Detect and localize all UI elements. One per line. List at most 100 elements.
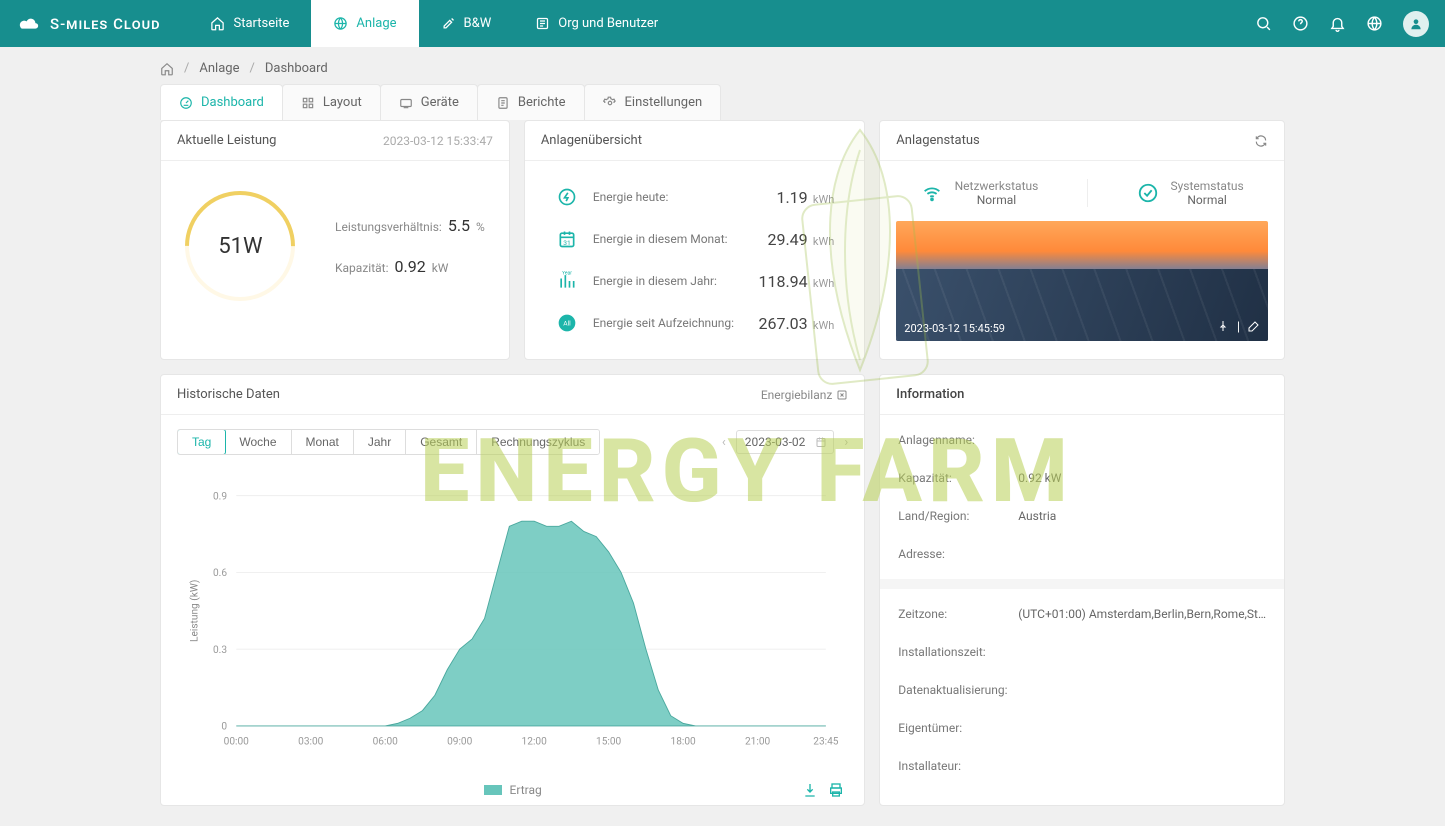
- svg-text:12:00: 12:00: [522, 736, 548, 747]
- tab-label: Layout: [323, 95, 362, 110]
- top-nav: Startseite Anlage B&W Org und Benutzer: [188, 0, 680, 47]
- power-gauge: 51W: [185, 191, 295, 301]
- svg-text:23:45: 23:45: [813, 736, 839, 747]
- info-row: Adresse:: [880, 535, 1284, 573]
- tab-einstellungen[interactable]: Einstellungen: [584, 84, 722, 120]
- range-gesamt[interactable]: Gesamt: [406, 430, 477, 454]
- card-title: Anlagenübersicht: [541, 133, 642, 148]
- card-title: Anlagenstatus: [896, 133, 979, 148]
- org-icon: [535, 16, 550, 31]
- legend-swatch: [484, 785, 502, 795]
- avatar[interactable]: [1403, 11, 1429, 37]
- nav-anlage[interactable]: Anlage: [311, 0, 418, 47]
- info-row: Land/Region:Austria: [880, 497, 1284, 535]
- svg-text:09:00: 09:00: [447, 736, 473, 747]
- svg-text:21:00: 21:00: [745, 736, 771, 747]
- date-next[interactable]: ›: [844, 435, 848, 450]
- svg-text:All: All: [563, 320, 571, 328]
- svg-text:0.3: 0.3: [213, 645, 227, 656]
- overview-row: Year Energie in diesem Jahr: 118.94 kWh: [555, 269, 834, 293]
- tab-dashboard[interactable]: Dashboard: [160, 84, 283, 120]
- check-circle-icon: [1137, 182, 1159, 204]
- svg-text:31: 31: [563, 239, 570, 247]
- range-jahr[interactable]: Jahr: [354, 430, 406, 454]
- card-information: Information Anlagenname:Kapazität:0.92 k…: [879, 374, 1285, 806]
- legend-label: Ertrag: [510, 783, 542, 797]
- capacity-row: Kapazität: 0.92 kW: [335, 257, 485, 276]
- dashboard-icon: [179, 96, 193, 110]
- image-timestamp: 2023-03-12 15:45:59: [904, 322, 1005, 335]
- reports-icon: [496, 96, 510, 110]
- nav-label: B&W: [464, 16, 492, 31]
- topbar: S-miles Cloud Startseite Anlage B&W Org …: [0, 0, 1445, 47]
- timestamp: 2023-03-12 15:33:47: [383, 134, 493, 148]
- svg-text:06:00: 06:00: [373, 736, 399, 747]
- nav-bw[interactable]: B&W: [419, 0, 514, 47]
- cards-grid: Aktuelle Leistung 2023-03-12 15:33:47 51…: [160, 120, 1285, 806]
- page-tabs: Dashboard Layout Geräte Berichte Einstel…: [160, 84, 1285, 120]
- edit-icon[interactable]: [1248, 320, 1260, 335]
- nav-label: Startseite: [233, 16, 289, 31]
- info-row: Datenaktualisierung:: [880, 671, 1284, 709]
- print-icon[interactable]: [828, 782, 844, 798]
- nav-label: Org und Benutzer: [558, 16, 658, 31]
- crumb-anlage[interactable]: Anlage: [199, 61, 239, 76]
- tools-icon: [441, 16, 456, 31]
- energy-balance-link[interactable]: Energiebilanz: [761, 388, 848, 402]
- plant-icon: [333, 16, 348, 31]
- home-icon: [210, 16, 225, 31]
- svg-text:00:00: 00:00: [224, 736, 250, 747]
- date-picker[interactable]: 2023-03-02: [736, 430, 835, 454]
- tab-label: Dashboard: [201, 95, 264, 110]
- card-current-power: Aktuelle Leistung 2023-03-12 15:33:47 51…: [160, 120, 510, 360]
- info-row: Installateur:: [880, 747, 1284, 785]
- bell-icon[interactable]: [1329, 15, 1346, 32]
- help-icon[interactable]: [1292, 15, 1309, 32]
- refresh-icon[interactable]: [1254, 134, 1268, 148]
- date-prev[interactable]: ‹: [722, 435, 726, 450]
- range-rechnungszyklus[interactable]: Rechnungszyklus: [477, 430, 599, 454]
- tab-berichte[interactable]: Berichte: [477, 84, 585, 120]
- globe-icon[interactable]: [1366, 15, 1383, 32]
- info-row: Anlagenname:: [880, 421, 1284, 459]
- pin-icon[interactable]: [1217, 320, 1229, 335]
- card-history: Historische Daten Energiebilanz TagWoche…: [160, 374, 865, 806]
- tab-label: Berichte: [518, 95, 566, 110]
- overview-row: Energie heute: 1.19 kWh: [555, 185, 834, 209]
- download-icon[interactable]: [802, 782, 818, 798]
- ratio-row: Leistungsverhältnis: 5.5 %: [335, 216, 485, 235]
- tab-layout[interactable]: Layout: [282, 84, 381, 120]
- energy-icon: 31: [555, 227, 579, 251]
- tab-label: Einstellungen: [625, 95, 703, 110]
- gauge-value: 51W: [218, 234, 262, 259]
- range-tag[interactable]: Tag: [177, 429, 226, 455]
- svg-text:Leistung (kW): Leistung (kW): [189, 580, 201, 642]
- svg-text:0.9: 0.9: [213, 491, 227, 502]
- info-row: Eigentümer:: [880, 709, 1284, 747]
- wifi-icon: [921, 182, 943, 204]
- devices-icon: [399, 96, 413, 110]
- home-icon[interactable]: [160, 62, 174, 76]
- info-row: Installationszeit:: [880, 633, 1284, 671]
- settings-icon: [603, 96, 617, 110]
- range-monat[interactable]: Monat: [292, 430, 354, 454]
- overview-row: 31 Energie in diesem Monat: 29.49 kWh: [555, 227, 834, 251]
- svg-text:0: 0: [221, 722, 227, 733]
- card-overview: Anlagenübersicht Energie heute: 1.19 kWh…: [524, 120, 865, 360]
- range-woche[interactable]: Woche: [225, 430, 291, 454]
- svg-text:0.6: 0.6: [213, 568, 227, 579]
- overview-row: All Energie seit Aufzeichnung: 267.03 kW…: [555, 311, 834, 335]
- card-title: Historische Daten: [177, 387, 280, 402]
- energy-icon: [555, 185, 579, 209]
- tab-geraete[interactable]: Geräte: [380, 84, 478, 120]
- nav-startseite[interactable]: Startseite: [188, 0, 311, 47]
- brand: S-miles Cloud: [0, 15, 188, 33]
- info-row: Zeitzone:(UTC+01:00) Amsterdam,Berlin,Be…: [880, 595, 1284, 633]
- search-icon[interactable]: [1255, 15, 1272, 32]
- svg-text:03:00: 03:00: [298, 736, 324, 747]
- svg-text:18:00: 18:00: [671, 736, 697, 747]
- card-title: Aktuelle Leistung: [177, 133, 277, 148]
- brand-text: S-miles Cloud: [50, 15, 160, 33]
- nav-org[interactable]: Org und Benutzer: [513, 0, 680, 47]
- info-row: Kapazität:0.92 kW: [880, 459, 1284, 497]
